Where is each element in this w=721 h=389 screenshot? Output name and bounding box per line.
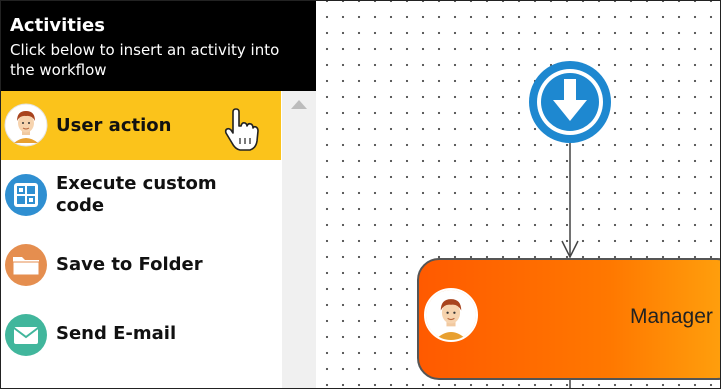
activity-label: Send E-mail (56, 323, 177, 344)
user-avatar-icon (424, 288, 478, 342)
scroll-up-arrow-icon[interactable] (291, 100, 307, 109)
panel-title: Activities (10, 15, 105, 36)
panel-header: Activities Click below to insert an acti… (1, 1, 316, 91)
activity-send-email[interactable]: Send E-mail (1, 311, 281, 361)
workflow-editor: Activities Click below to insert an acti… (0, 0, 721, 389)
start-node-download-arrow-icon[interactable] (527, 59, 613, 145)
panel-subtitle: Click below to insert an activity into t… (10, 41, 280, 79)
activity-label: User action (56, 115, 172, 136)
workflow-node-manager[interactable]: Manager (417, 258, 720, 380)
hand-cursor-icon (224, 108, 259, 151)
activity-execute-custom-code[interactable]: Execute custom code (1, 160, 281, 230)
grid-code-icon (5, 174, 47, 216)
activity-label: Execute custom code (56, 173, 217, 216)
envelope-icon (5, 314, 47, 356)
workflow-node-label: Manager (630, 305, 713, 328)
activity-list: User action Execute custom code Save to … (1, 91, 281, 388)
activity-user-action[interactable]: User action (1, 91, 281, 160)
activity-save-to-folder[interactable]: Save to Folder (1, 242, 281, 292)
folder-icon (5, 244, 47, 286)
workflow-canvas[interactable]: Manager (316, 1, 720, 388)
activity-list-scrollbar[interactable] (282, 91, 316, 388)
activity-label: Save to Folder (56, 254, 203, 275)
user-avatar-icon (4, 103, 48, 147)
activities-panel: Activities Click below to insert an acti… (1, 1, 316, 388)
